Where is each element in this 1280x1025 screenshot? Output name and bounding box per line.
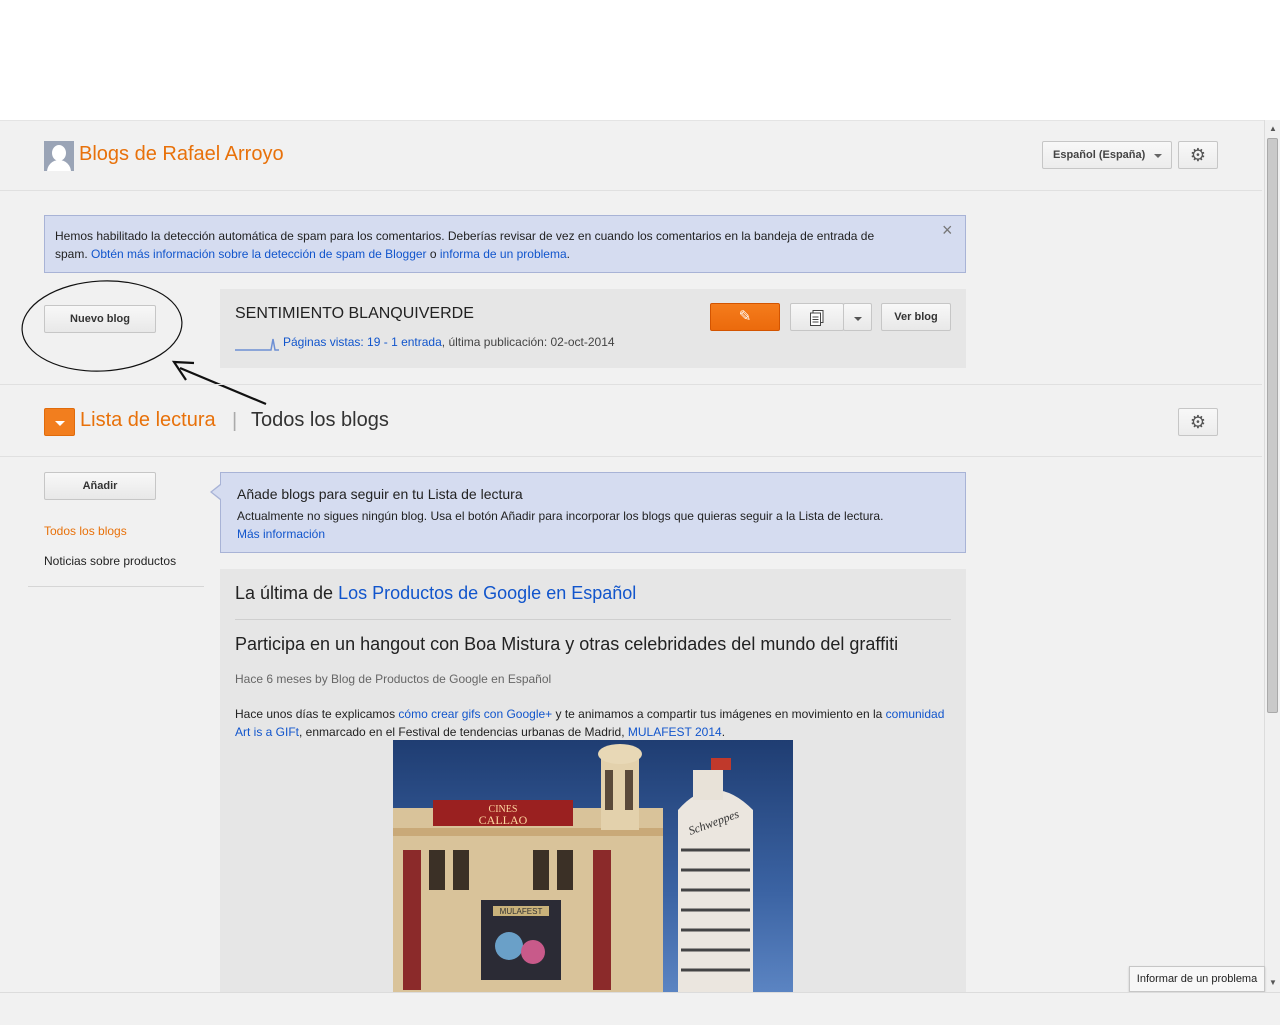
annotation-overlay xyxy=(21,280,267,406)
spam-notice-connector: o xyxy=(426,247,440,261)
post-body-text-4: . xyxy=(721,725,726,739)
title-separator: | xyxy=(232,410,238,432)
post-meta: Hace 6 meses by Blog de Productos de Goo… xyxy=(235,672,552,686)
feed-divider xyxy=(235,619,951,620)
settings-button[interactable]: ⚙ xyxy=(1178,141,1218,169)
reading-list-title: Lista de lectura xyxy=(80,409,216,431)
blog-stats: Páginas vistas: 19 - 1 entrada, última p… xyxy=(235,334,615,352)
add-blog-button[interactable]: Añadir xyxy=(44,472,156,500)
annotation-arrow-head xyxy=(171,360,195,381)
reading-list-notice: Añade blogs para seguir en tu Lista de l… xyxy=(220,472,966,553)
annotation-arrow-shaft xyxy=(179,366,267,406)
entries-link[interactable]: 1 entrada xyxy=(391,335,442,349)
page-scrollbar[interactable]: ▲ ▼ xyxy=(1264,120,1280,992)
notice-title: Añade blogs para seguir en tu Lista de l… xyxy=(237,486,523,502)
photo-banner: MULAFEST xyxy=(500,907,543,916)
stats-dash: - xyxy=(380,335,392,350)
pageviews-link[interactable]: Páginas vistas: 19 xyxy=(283,335,380,349)
document-icon xyxy=(810,309,824,327)
sidebar-item-product-news[interactable]: Noticias sobre productos xyxy=(44,554,176,568)
page-title[interactable]: Blogs de Rafael Arroyo xyxy=(79,143,284,166)
spam-learn-more-link[interactable]: Obtén más información sobre la detección… xyxy=(91,247,427,261)
header-divider xyxy=(0,190,1262,191)
profile-avatar[interactable] xyxy=(44,141,74,171)
chevron-down-icon xyxy=(1154,154,1162,158)
spam-notice-end: . xyxy=(566,247,570,261)
last-post-text: , última publicación: 02-oct-2014 xyxy=(441,335,615,350)
chevron-down-icon xyxy=(55,421,65,426)
view-blog-button[interactable]: Ver blog xyxy=(881,303,951,331)
annotation-circle xyxy=(21,280,183,372)
reading-list-toggle[interactable] xyxy=(44,408,75,436)
post-title[interactable]: Participa en un hangout con Boa Mistura … xyxy=(235,634,898,655)
post-body: Hace unos días te explicamos cómo crear … xyxy=(235,705,951,741)
gear-icon: ⚙ xyxy=(1189,412,1207,432)
gear-icon: ⚙ xyxy=(1189,145,1207,165)
sidebar-divider xyxy=(28,586,204,587)
language-select[interactable]: Español (España) xyxy=(1042,141,1172,169)
section-divider xyxy=(0,384,1262,385)
mulafest-link[interactable]: MULAFEST 2014 xyxy=(628,725,722,739)
feed-source-link[interactable]: Los Productos de Google en Español xyxy=(338,583,636,603)
bottom-bar xyxy=(0,992,1280,1025)
chevron-down-icon xyxy=(854,317,862,321)
scroll-up-icon[interactable]: ▲ xyxy=(1268,124,1278,134)
top-blank-area xyxy=(0,0,1280,121)
pencil-icon: ✎ xyxy=(738,308,752,325)
post-body-text-1: Hace unos días te explicamos xyxy=(235,707,399,721)
post-body-text-3: , enmarcado en el Festival de tendencias… xyxy=(299,725,628,739)
posts-list-button[interactable] xyxy=(790,303,844,331)
report-problem-link[interactable]: informa de un problema xyxy=(440,247,567,261)
more-info-link[interactable]: Más información xyxy=(237,527,325,541)
language-select-label: Español (España) xyxy=(1053,149,1146,161)
posts-dropdown-button[interactable] xyxy=(843,303,872,331)
gifs-link[interactable]: cómo crear gifs con Google+ xyxy=(398,707,552,721)
feed-heading: La última de Los Productos de Google en … xyxy=(235,583,636,604)
spam-notice: Hemos habilitado la detección automática… xyxy=(44,215,966,273)
reading-list-divider xyxy=(0,456,1262,457)
feed-heading-prefix: La última de xyxy=(235,583,339,603)
post-image[interactable]: CINES CALLAO MULAFEST Schweppes xyxy=(393,740,793,992)
notice-pointer-fill xyxy=(212,485,221,499)
post-body-text-2: y te animamos a compartir tus imágenes e… xyxy=(552,707,886,721)
new-post-button[interactable]: ✎ xyxy=(710,303,780,331)
report-problem-button[interactable]: Informar de un problema xyxy=(1129,966,1265,992)
sidebar-item-all-blogs[interactable]: Todos los blogs xyxy=(44,524,127,538)
reading-list-filter-title: Todos los blogs xyxy=(251,409,389,431)
reading-list-settings-button[interactable]: ⚙ xyxy=(1178,408,1218,436)
scroll-down-icon[interactable]: ▼ xyxy=(1268,978,1278,988)
photo-sign-callao: CALLAO xyxy=(479,813,528,827)
notice-text: Actualmente no sigues ningún blog. Usa e… xyxy=(237,509,884,523)
scrollbar-thumb[interactable] xyxy=(1267,138,1278,713)
close-icon[interactable]: × xyxy=(942,220,953,241)
